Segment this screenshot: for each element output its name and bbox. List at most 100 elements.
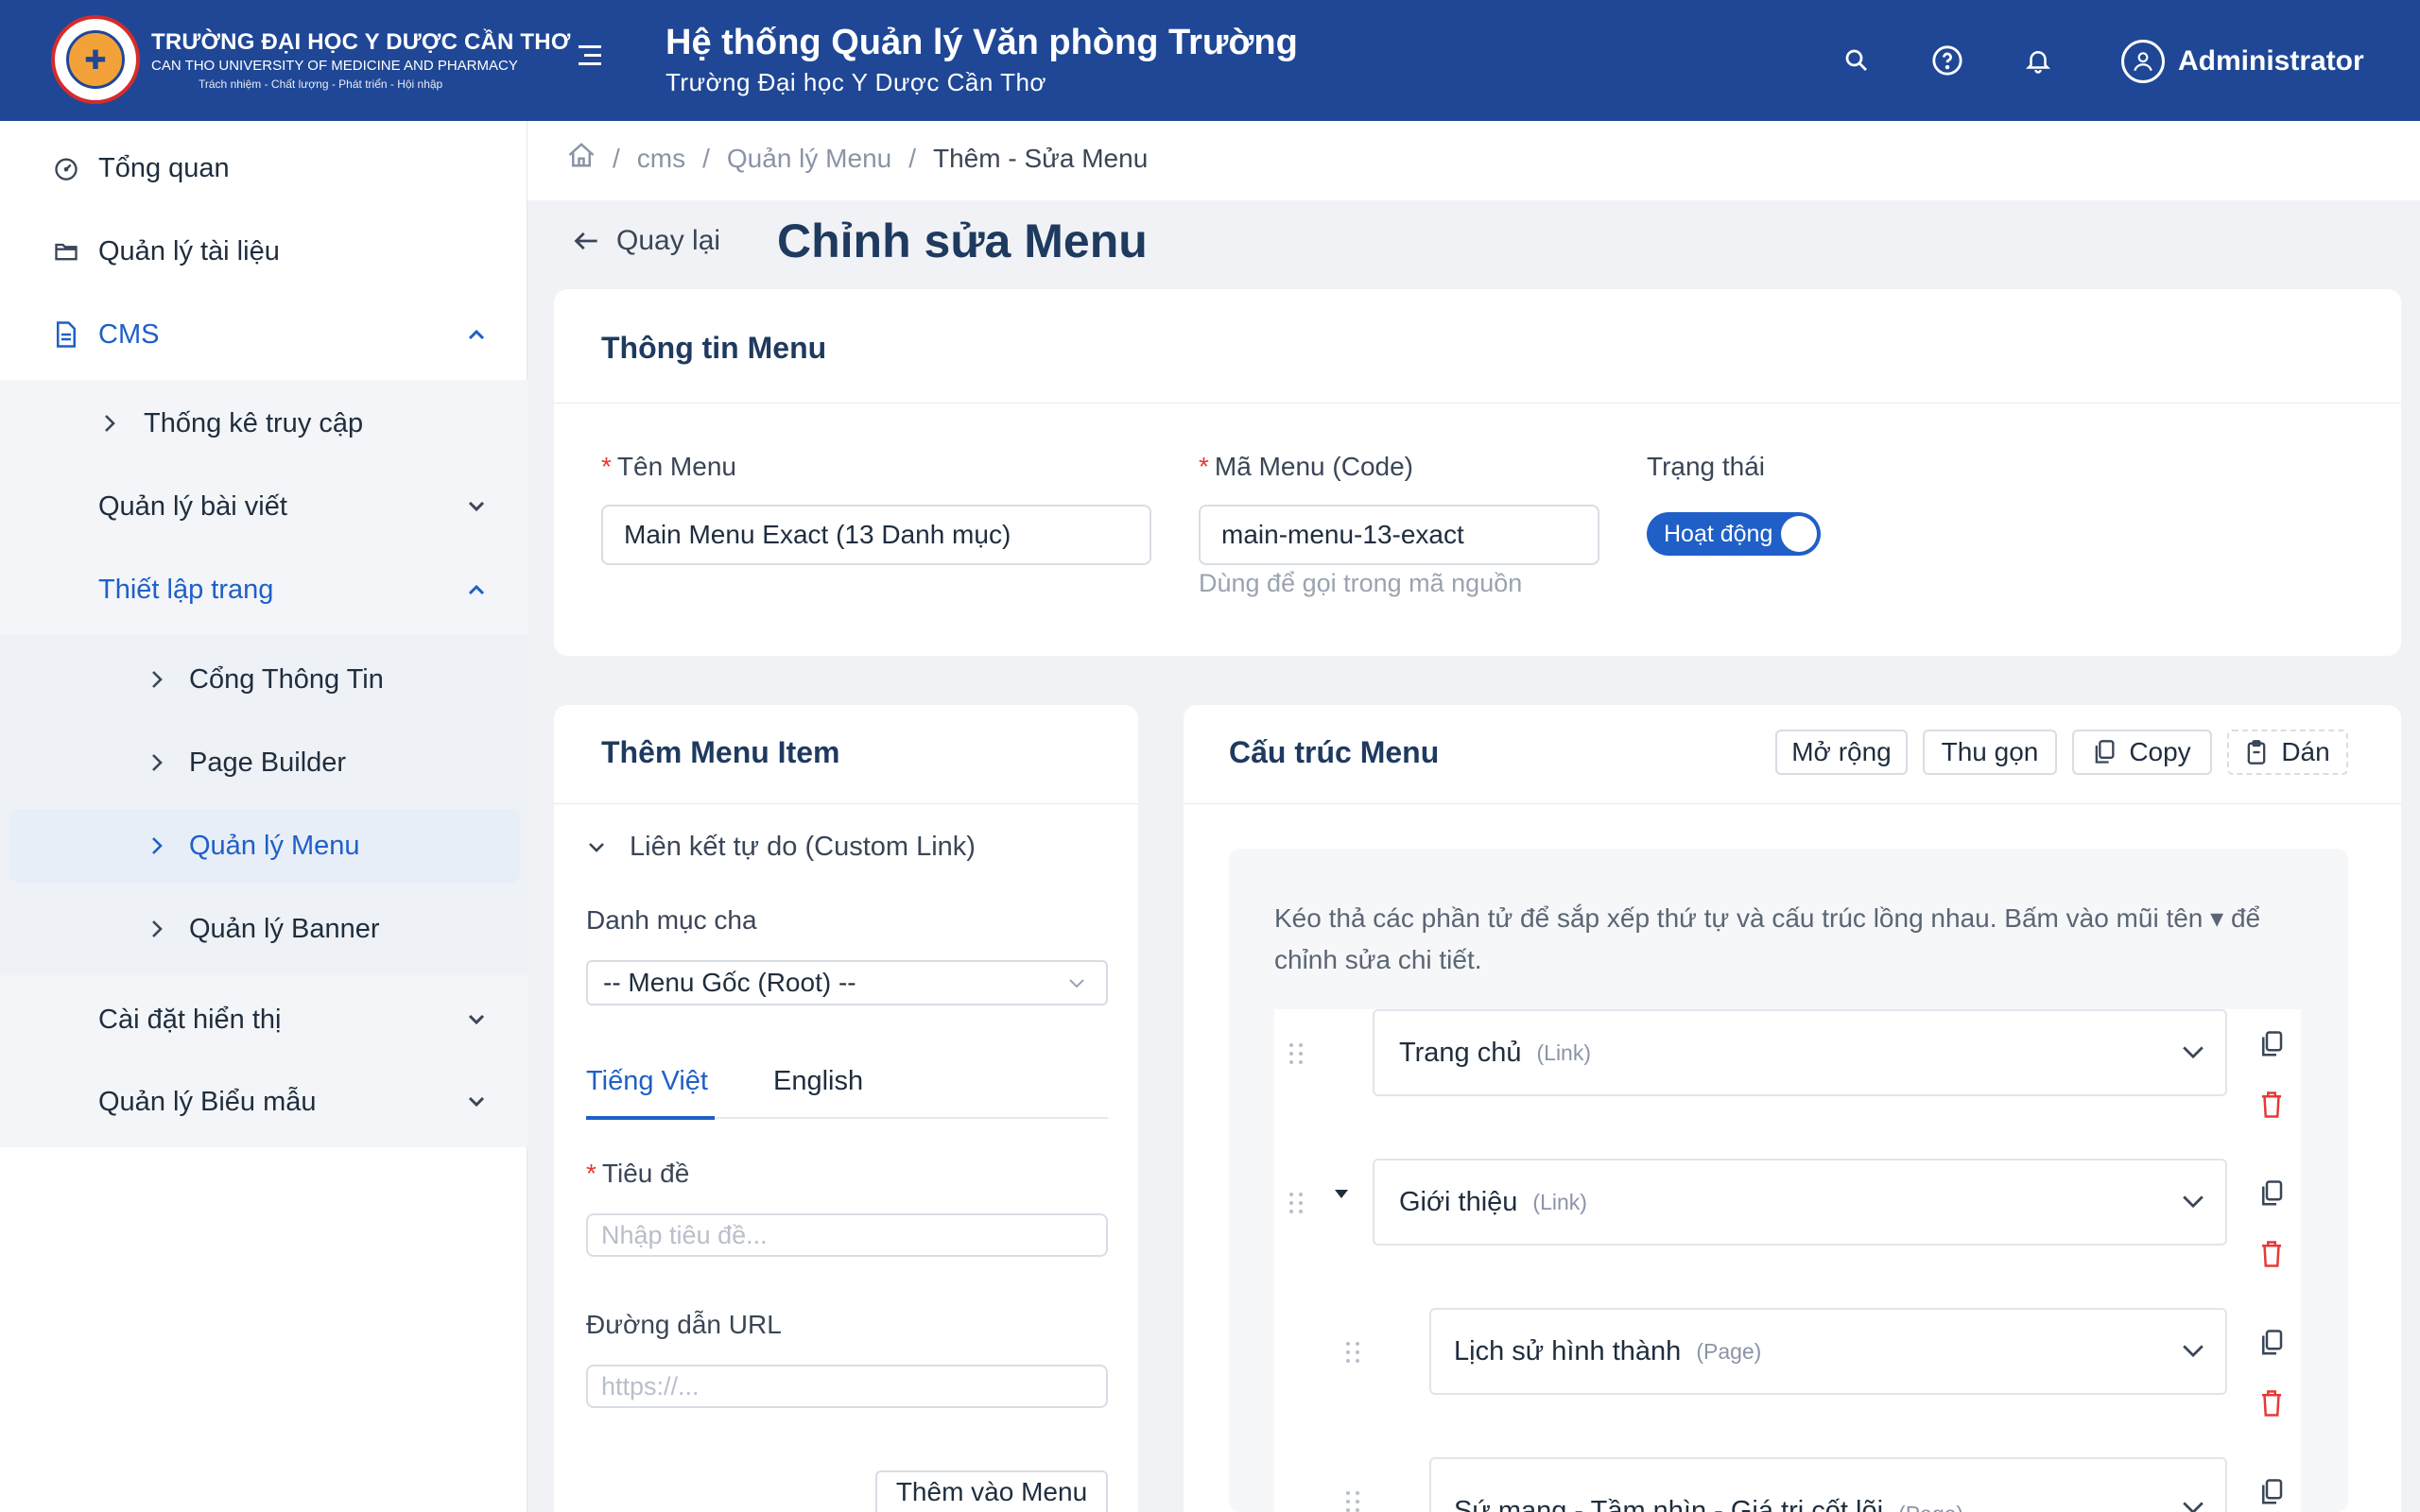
- breadcrumb-separator: /: [613, 143, 620, 173]
- tree-instructions: Kéo thả các phần tử để sắp xếp thứ tự và…: [1274, 903, 2261, 974]
- title-input[interactable]: [586, 1213, 1108, 1257]
- status-toggle-label: Hoạt động: [1664, 520, 1773, 547]
- caret-down-icon[interactable]: [1333, 1187, 1350, 1200]
- sidebar-item-banner[interactable]: Quản lý Banner: [0, 902, 527, 955]
- chevron-down-icon[interactable]: [2180, 1495, 2206, 1512]
- sidebar-item-label: Page Builder: [189, 747, 347, 778]
- status-toggle[interactable]: Hoạt động: [1647, 512, 1821, 556]
- app-subtitle: Trường Đại học Y Dược Cần Thơ: [666, 68, 1046, 96]
- add-item-heading: Thêm Menu Item: [601, 735, 840, 769]
- parent-select-value: -- Menu Gốc (Root) --: [603, 968, 856, 997]
- sidebar-item-label: Quản lý tài liệu: [98, 235, 280, 266]
- url-input[interactable]: [586, 1365, 1108, 1408]
- sidebar-item-label: Quản lý Banner: [189, 913, 380, 944]
- help-icon[interactable]: [1928, 42, 1966, 79]
- breadcrumb-cms[interactable]: cms: [637, 144, 685, 174]
- chevron-right-icon: [144, 666, 170, 693]
- app-title: Hệ thống Quản lý Văn phòng Trường: [666, 23, 1298, 62]
- menu-node-type: (Page): [1898, 1502, 1963, 1512]
- menu-name-input[interactable]: [601, 505, 1151, 565]
- copy-icon[interactable]: [2257, 1329, 2286, 1357]
- url-label: Đường dẫn URL: [586, 1310, 782, 1339]
- drag-handle-icon[interactable]: [1342, 1338, 1363, 1366]
- sidebar-item-documents[interactable]: Quản lý tài liệu: [0, 225, 527, 278]
- menu-code-input[interactable]: [1199, 505, 1599, 565]
- sidebar-item-access-stats[interactable]: Thống kê truy cập: [0, 397, 527, 450]
- sidebar-item-cms[interactable]: CMS: [0, 308, 527, 361]
- page-title: Chỉnh sửa Menu: [777, 215, 1148, 267]
- chevron-down-icon[interactable]: [2180, 1189, 2206, 1215]
- breadcrumb-menu-management[interactable]: Quản lý Menu: [727, 144, 891, 174]
- sidebar-item-label: Quản lý bài viết: [98, 490, 287, 522]
- sidebar-item-forms[interactable]: Quản lý Biểu mẫu: [0, 1075, 527, 1128]
- sidebar-item-page-setup[interactable]: Thiết lập trang: [0, 563, 527, 616]
- menu-node-type: (Link): [1532, 1189, 1587, 1214]
- copy-icon[interactable]: [2257, 1179, 2286, 1208]
- drag-handle-icon[interactable]: [1342, 1487, 1363, 1512]
- folder-icon: [51, 236, 81, 266]
- sidebar-item-label: CMS: [98, 318, 160, 350]
- chevron-down-icon[interactable]: [2180, 1040, 2206, 1066]
- menu-node-label: Lịch sử hình thành: [1454, 1335, 1682, 1366]
- trash-icon[interactable]: [2257, 1240, 2286, 1268]
- app-header: ✚ TRƯỜNG ĐẠI HỌC Y DƯỢC CẦN THƠ CAN THO …: [0, 0, 2420, 121]
- user-menu[interactable]: Administrator: [2121, 40, 2364, 83]
- add-to-menu-button[interactable]: Thêm vào Menu: [875, 1470, 1108, 1512]
- menu-node[interactable]: Lịch sử hình thành (Page): [1429, 1308, 2227, 1395]
- paste-icon: [2247, 740, 2266, 765]
- toggle-knob: [1781, 516, 1817, 552]
- copy-icon[interactable]: [2257, 1030, 2286, 1058]
- chevron-down-icon: [463, 1006, 490, 1033]
- logo-line-3: Trách nhiệm - Chất lượng - Phát triển - …: [199, 77, 443, 91]
- chevron-right-icon: [96, 410, 123, 437]
- sidebar-item-portal[interactable]: Cổng Thông Tin: [0, 653, 527, 706]
- tab-english[interactable]: English: [773, 1066, 863, 1097]
- menu-node-label: Sứ mạng - Tầm nhìn - Giá trị cốt lõi: [1454, 1496, 1884, 1512]
- chevron-right-icon: [144, 833, 170, 859]
- trash-icon[interactable]: [2257, 1389, 2286, 1418]
- chevron-right-icon: [144, 749, 170, 776]
- structure-heading: Cấu trúc Menu: [1229, 735, 1440, 769]
- parent-select[interactable]: -- Menu Gốc (Root) --: [586, 960, 1108, 1005]
- sidebar-item-overview[interactable]: Tổng quan: [0, 142, 527, 195]
- card-divider: [554, 403, 2401, 404]
- menu-node[interactable]: Sứ mạng - Tầm nhìn - Giá trị cốt lõi (Pa…: [1429, 1457, 2227, 1512]
- tab-vietnamese[interactable]: Tiếng Việt: [586, 1066, 708, 1097]
- copy-icon[interactable]: [2257, 1478, 2286, 1506]
- sidebar-item-label: Quản lý Menu: [189, 830, 360, 861]
- expand-button[interactable]: Mở rộng: [1775, 730, 1908, 775]
- logo-line-2: CAN THO UNIVERSITY OF MEDICINE AND PHARM…: [151, 57, 518, 74]
- sidebar: Tổng quan Quản lý tài liệu CMS Thống kê …: [0, 121, 527, 1512]
- sidebar-item-menu-management[interactable]: Quản lý Menu: [0, 819, 527, 872]
- paste-button[interactable]: Dán: [2227, 730, 2348, 775]
- search-icon[interactable]: [1838, 42, 1876, 79]
- home-icon[interactable]: [567, 142, 596, 175]
- chevron-up-icon: [463, 576, 490, 603]
- breadcrumb-current: Thêm - Sửa Menu: [933, 143, 1149, 173]
- bell-icon[interactable]: [2019, 42, 2057, 79]
- menu-node-label: Trang chủ: [1399, 1037, 1522, 1068]
- name-label: * Tên Menu: [601, 452, 736, 481]
- breadcrumb: / cms / Quản lý Menu / Thêm - Sửa Menu: [567, 142, 1148, 175]
- back-label: Quay lại: [616, 225, 721, 256]
- custom-link-section[interactable]: Liên kết tự do (Custom Link): [586, 832, 976, 863]
- menu-node[interactable]: Trang chủ (Link): [1373, 1009, 2227, 1096]
- back-button[interactable]: Quay lại: [573, 225, 720, 257]
- chevron-down-icon[interactable]: [2180, 1338, 2206, 1365]
- sidebar-item-page-builder[interactable]: Page Builder: [0, 736, 527, 789]
- copy-button[interactable]: Copy: [2072, 730, 2212, 775]
- active-tab-indicator: [586, 1116, 715, 1120]
- sidebar-item-posts[interactable]: Quản lý bài viết: [0, 480, 527, 533]
- copy-label: Copy: [2129, 737, 2191, 766]
- university-logo[interactable]: ✚ TRƯỜNG ĐẠI HỌC Y DƯỢC CẦN THƠ CAN THO …: [51, 15, 570, 104]
- drag-handle-icon[interactable]: [1286, 1189, 1306, 1217]
- collapse-button[interactable]: Thu gọn: [1923, 730, 2057, 775]
- drag-handle-icon[interactable]: [1286, 1040, 1306, 1068]
- chevron-up-icon: [463, 321, 490, 348]
- sidebar-item-label: Cài đặt hiển thị: [98, 1004, 282, 1035]
- sidebar-item-display-settings[interactable]: Cài đặt hiển thị: [0, 993, 527, 1046]
- menu-icon[interactable]: [573, 45, 601, 74]
- menu-node[interactable]: Giới thiệu (Link): [1373, 1159, 2227, 1246]
- sidebar-item-label: Thiết lập trang: [98, 574, 274, 605]
- trash-icon[interactable]: [2257, 1091, 2286, 1119]
